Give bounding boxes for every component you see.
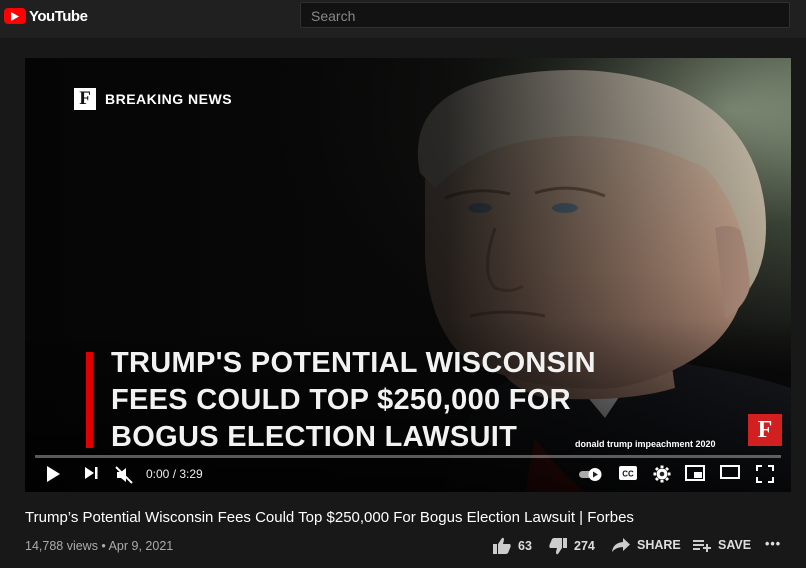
player-controls: 0:00 / 3:29 CC bbox=[25, 458, 791, 492]
settings-gear-icon[interactable] bbox=[653, 465, 671, 483]
thumbs-up-icon bbox=[493, 537, 511, 554]
time-display: 0:00 / 3:29 bbox=[146, 467, 203, 481]
top-bar: YouTube Search bbox=[0, 0, 806, 38]
theater-mode-icon[interactable] bbox=[720, 465, 740, 479]
video-watermark-text: donald trump impeachment 2020 bbox=[575, 439, 716, 449]
video-meta: 14,788 views • Apr 9, 2021 bbox=[25, 539, 174, 553]
next-icon[interactable] bbox=[83, 465, 99, 481]
like-button[interactable]: 63 bbox=[492, 537, 532, 555]
video-title: Trump’s Potential Wisconsin Fees Could T… bbox=[25, 509, 634, 526]
share-label: SHARE bbox=[637, 538, 681, 552]
dislike-count: 274 bbox=[574, 539, 595, 553]
fullscreen-icon[interactable] bbox=[756, 465, 774, 483]
dislike-button[interactable]: 274 bbox=[548, 537, 595, 555]
forbes-f-logo: F bbox=[74, 88, 96, 110]
play-icon[interactable] bbox=[45, 465, 61, 483]
breaking-news-brand: F BREAKING NEWS bbox=[74, 88, 232, 110]
like-count: 63 bbox=[518, 539, 532, 553]
breaking-news-label: BREAKING NEWS bbox=[105, 91, 233, 107]
video-player[interactable]: F BREAKING NEWS TRUMP'S POTENTIAL WISCON… bbox=[25, 58, 791, 492]
svg-text:CC: CC bbox=[622, 470, 634, 479]
save-playlist-icon bbox=[693, 540, 711, 552]
share-button[interactable]: SHARE bbox=[611, 537, 681, 553]
thumbs-down-icon bbox=[549, 538, 567, 555]
more-icon: ••• bbox=[765, 537, 782, 551]
share-arrow-icon bbox=[612, 538, 630, 552]
forbes-corner-logo: F bbox=[748, 414, 782, 446]
youtube-logo[interactable]: YouTube bbox=[4, 6, 88, 26]
mute-icon[interactable] bbox=[114, 465, 134, 485]
youtube-play-icon bbox=[4, 8, 26, 24]
search-input[interactable]: Search bbox=[300, 2, 790, 28]
miniplayer-icon[interactable] bbox=[685, 465, 705, 481]
captions-icon[interactable]: CC bbox=[618, 465, 638, 481]
save-label: SAVE bbox=[718, 538, 752, 552]
more-actions-button[interactable]: ••• bbox=[765, 537, 781, 551]
save-button[interactable]: SAVE bbox=[692, 537, 751, 553]
youtube-wordmark: YouTube bbox=[29, 7, 88, 25]
headline-accent-bar bbox=[86, 352, 93, 448]
autoplay-toggle-icon[interactable] bbox=[577, 465, 605, 483]
